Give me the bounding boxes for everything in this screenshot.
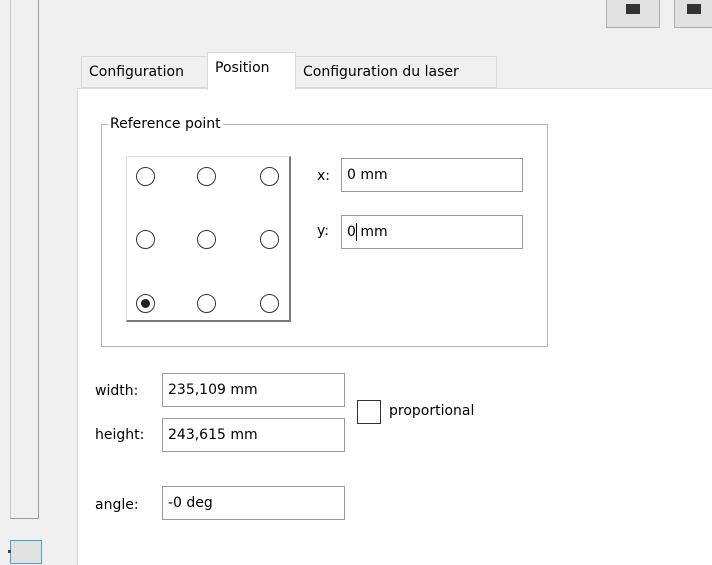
ref-point-bottom-left-radio[interactable] xyxy=(136,294,155,313)
width-field[interactable]: 235,109 mm xyxy=(162,373,345,407)
reference-point-legend: Reference point xyxy=(108,114,223,134)
toolbar-button-save[interactable] xyxy=(674,0,712,28)
x-position-field[interactable]: 0 mm xyxy=(341,158,523,192)
tab-position[interactable]: Position xyxy=(207,52,296,90)
tab-laser-configuration-label: Configuration du laser xyxy=(303,64,459,80)
proportional-checkbox[interactable] xyxy=(357,400,381,424)
x-label: x: xyxy=(317,168,331,184)
angle-field[interactable]: -0 deg xyxy=(162,486,345,520)
tab-laser-configuration[interactable]: Configuration du laser xyxy=(295,56,497,88)
ref-point-bottom-right-radio[interactable] xyxy=(260,294,279,313)
ref-point-middle-center-radio[interactable] xyxy=(197,230,216,249)
ref-point-middle-right-radio[interactable] xyxy=(260,230,279,249)
text-caret xyxy=(356,223,357,241)
add-icon xyxy=(626,4,640,14)
ref-point-top-center-radio[interactable] xyxy=(197,167,216,186)
y-label: y: xyxy=(317,223,329,239)
angle-label: angle: xyxy=(95,497,139,513)
left-panel-button[interactable] xyxy=(8,540,42,564)
tab-configuration-label: Configuration xyxy=(89,64,184,80)
ref-point-top-left-radio[interactable] xyxy=(136,167,155,186)
height-label: height: xyxy=(95,427,145,443)
left-side-panel xyxy=(0,0,39,518)
tab-configuration[interactable]: Configuration xyxy=(81,56,209,88)
save-icon xyxy=(687,4,701,14)
height-field[interactable]: 243,615 mm xyxy=(162,418,345,452)
toolbar-button-add[interactable] xyxy=(606,0,660,28)
ref-point-bottom-center-radio[interactable] xyxy=(197,294,216,313)
ref-point-middle-left-radio[interactable] xyxy=(136,230,155,249)
ref-point-top-right-radio[interactable] xyxy=(260,167,279,186)
left-panel-divider xyxy=(10,0,11,518)
width-label: width: xyxy=(95,383,139,399)
proportional-label: proportional xyxy=(389,403,475,419)
tab-position-label: Position xyxy=(215,60,270,76)
y-position-field[interactable]: 0 mm xyxy=(341,215,523,249)
left-panel-bottom-edge xyxy=(10,518,39,519)
